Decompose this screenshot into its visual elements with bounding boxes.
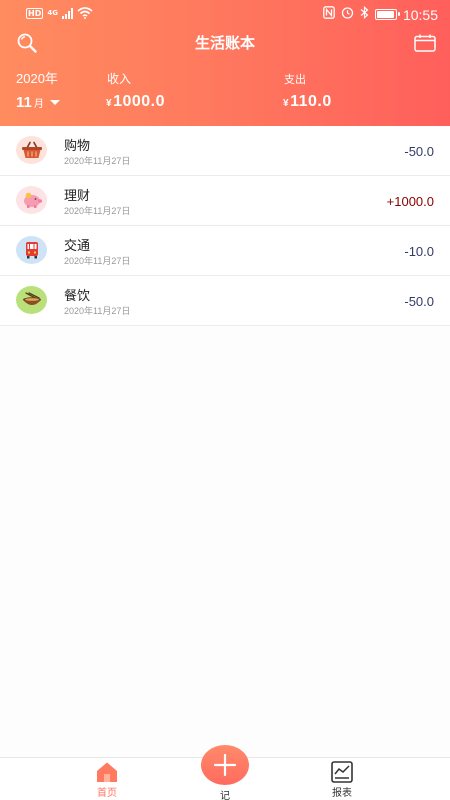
income-total: ¥1000.0 bbox=[106, 93, 165, 111]
list-item[interactable]: 餐饮 2020年11月27日 -50.0 bbox=[0, 276, 450, 326]
chevron-down-icon bbox=[49, 100, 60, 105]
list-item[interactable]: 理财 2020年11月27日 +1000.0 bbox=[0, 176, 450, 226]
home-icon bbox=[97, 762, 117, 782]
plus-icon bbox=[213, 753, 237, 777]
piggy-bank-icon bbox=[16, 186, 47, 214]
record-date: 2020年11月27日 bbox=[64, 306, 131, 316]
tab-report-label: 报表 bbox=[332, 788, 352, 799]
record-date: 2020年11月27日 bbox=[64, 256, 131, 266]
record-list: 购物 2020年11月27日 -50.0 理财 2020年11月27日 +100… bbox=[0, 126, 450, 326]
category-name: 交通 bbox=[64, 239, 91, 254]
add-record-button[interactable] bbox=[201, 745, 249, 785]
expense-total: ¥110.0 bbox=[283, 93, 332, 111]
category-name: 理财 bbox=[64, 189, 91, 204]
record-amount: -10.0 bbox=[404, 244, 434, 259]
status-bar: HD 4G 10:55 bbox=[0, 0, 450, 28]
chart-icon bbox=[331, 761, 353, 783]
bluetooth-icon bbox=[360, 5, 369, 23]
expense-label: 支出 bbox=[284, 73, 306, 86]
record-amount: +1000.0 bbox=[386, 194, 434, 209]
month-unit: 月 bbox=[33, 99, 44, 110]
income-currency: ¥ bbox=[106, 98, 113, 109]
tab-home[interactable]: 首页 bbox=[77, 758, 137, 799]
tab-home-label: 首页 bbox=[97, 788, 117, 799]
wifi-icon bbox=[77, 7, 93, 19]
bus-icon bbox=[16, 236, 47, 264]
page-title: 生活账本 bbox=[194, 34, 255, 52]
header: HD 4G 10:55 生活账本 2020年 11 月 收入 ¥1000.0 支… bbox=[0, 0, 450, 126]
category-name: 购物 bbox=[64, 139, 91, 154]
category-name: 餐饮 bbox=[64, 289, 91, 304]
signal-icon bbox=[61, 7, 73, 19]
title-row: 生活账本 bbox=[0, 30, 450, 53]
calendar-icon[interactable] bbox=[414, 34, 436, 52]
record-date: 2020年11月27日 bbox=[64, 156, 131, 166]
income-label: 收入 bbox=[107, 72, 132, 86]
hd-badge: HD bbox=[26, 7, 44, 19]
monthly-summary: 2020年 11 月 收入 ¥1000.0 支出 ¥110.0 bbox=[0, 66, 450, 122]
month-value: 11 bbox=[16, 94, 32, 111]
shopping-basket-icon bbox=[16, 136, 47, 164]
tab-report[interactable]: 报表 bbox=[312, 758, 372, 799]
alarm-icon bbox=[341, 6, 354, 23]
expense-currency: ¥ bbox=[283, 98, 290, 109]
record-amount: -50.0 bbox=[404, 144, 434, 159]
nfc-icon bbox=[323, 6, 335, 23]
record-date: 2020年11月27日 bbox=[64, 206, 131, 216]
year-label: 2020年 bbox=[16, 71, 58, 86]
income-amount: 1000.0 bbox=[113, 93, 165, 110]
food-bowl-icon bbox=[16, 286, 47, 314]
expense-amount: 110.0 bbox=[290, 93, 332, 110]
network-type-label: 4G bbox=[47, 8, 58, 17]
battery-icon bbox=[374, 9, 400, 20]
status-time: 10:55 bbox=[402, 6, 438, 23]
month-picker[interactable]: 11 月 bbox=[16, 94, 60, 111]
record-amount: -50.0 bbox=[404, 294, 434, 309]
list-item[interactable]: 购物 2020年11月27日 -50.0 bbox=[0, 126, 450, 176]
add-record-label: 记 bbox=[220, 791, 230, 800]
list-item[interactable]: 交通 2020年11月27日 -10.0 bbox=[0, 226, 450, 276]
